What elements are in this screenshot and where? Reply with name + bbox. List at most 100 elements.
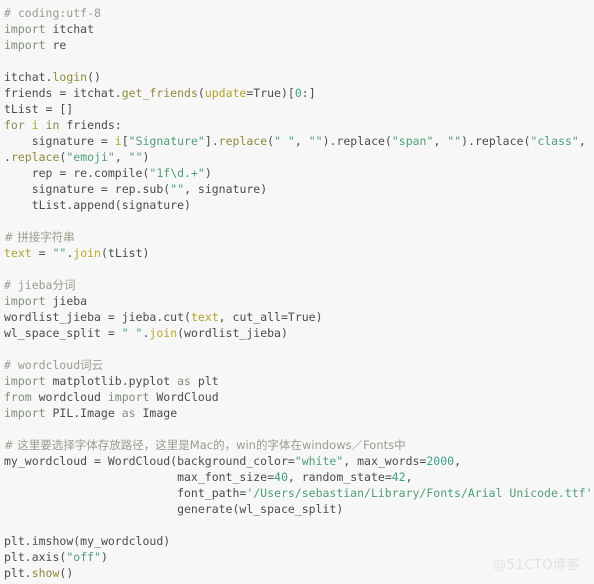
code-line: import matplotlib.pyplot as plt: [4, 373, 594, 389]
code-token: import: [4, 406, 46, 420]
code-token: re: [45, 38, 67, 52]
code-token: "": [52, 246, 67, 260]
code-token: Image: [135, 406, 178, 420]
code-line: rep = re.compile("1f\d.+"): [4, 165, 594, 181]
code-token: show: [31, 566, 60, 580]
code-line: itchat.login(): [4, 69, 594, 85]
code-token: "": [128, 150, 143, 164]
code-token: 词云: [80, 358, 104, 372]
code-token: itchat.: [4, 70, 53, 84]
code-token: , random_state=: [287, 470, 392, 484]
code-token: append: [73, 198, 115, 212]
code-token: " ": [274, 134, 295, 148]
code-token: '/Users/sebastian/Library/Fonts/Arial Un…: [246, 486, 593, 500]
code-token: , cut_all=True): [218, 310, 323, 324]
code-token: # jieba: [4, 278, 53, 292]
code-token: axis: [31, 550, 60, 564]
code-token: , max_words=: [343, 454, 427, 468]
code-token: # 拼接字符串: [4, 230, 75, 244]
code-line: # coding:utf-8: [4, 5, 594, 21]
code-line: signature = i["Signature"].replace(" ", …: [4, 133, 594, 149]
code-token: update: [204, 86, 247, 100]
code-token: cut: [163, 310, 185, 324]
code-token: ,: [405, 470, 413, 484]
code-token: , signature): [184, 182, 268, 196]
code-token: ).: [461, 134, 475, 148]
code-line: import jieba: [4, 293, 594, 309]
code-token: get_friends: [121, 86, 198, 100]
code-token: friends:: [59, 118, 122, 132]
code-token: as: [121, 406, 136, 420]
code-line: generate(wl_space_split): [4, 501, 594, 517]
code-token: import: [4, 294, 46, 308]
site-watermark: @51CTO博客: [493, 558, 580, 573]
code-token: (my_wordcloud): [73, 534, 171, 548]
code-token: (): [59, 566, 74, 580]
code-token: ,: [433, 134, 448, 148]
code-token: (: [384, 134, 392, 148]
code-token: ).: [322, 134, 337, 148]
code-token: plt.: [4, 566, 32, 580]
code-token: (tList): [100, 246, 150, 260]
code-token: plt.: [4, 534, 32, 548]
code-token: (: [184, 310, 191, 324]
code-token: "Signature": [128, 134, 205, 148]
code-screenshot: # coding:utf-8 import itchat import re itc…: [0, 0, 594, 584]
code-token: import: [4, 38, 46, 52]
code-token: i: [31, 118, 39, 132]
code-token: wordcloud: [31, 390, 108, 404]
code-token: replace: [10, 150, 60, 164]
code-token: [: [121, 134, 129, 148]
code-token: (): [87, 70, 101, 84]
code-token: rep = re.: [4, 166, 95, 180]
code-token: replace: [336, 134, 385, 148]
code-token: compile: [94, 166, 143, 180]
code-line: import re: [4, 37, 594, 53]
code-line: friends = itchat.get_friends(update=True…: [4, 85, 594, 101]
code-line: # 这里要选择字体存放路径，这里是Mac的，win的字体在windows／Fon…: [4, 437, 594, 453]
code-token: as: [177, 374, 191, 388]
code-token: "white": [294, 454, 344, 468]
code-token: "": [170, 182, 185, 196]
code-line: .replace("emoji", ""): [4, 149, 594, 165]
code-token: (wordlist_jieba): [177, 326, 288, 340]
code-token: from: [4, 390, 32, 404]
code-line: max_font_size=40, random_state=42,: [4, 469, 594, 485]
code-token: 0: [294, 86, 302, 100]
code-token: login: [52, 70, 88, 84]
code-line: font_path='/Users/sebastian/Library/Font…: [4, 485, 594, 501]
code-token: (signature): [114, 198, 191, 212]
code-line: import itchat: [4, 21, 594, 37]
code-token: in: [45, 118, 60, 132]
code-token: 分词: [52, 278, 76, 292]
code-line: signature = rep.sub("", signature): [4, 181, 594, 197]
code-token: matplotlib.pyplot: [45, 374, 178, 388]
code-token: ].: [204, 134, 219, 148]
code-line: from wordcloud import WordCloud: [4, 389, 594, 405]
code-token: " ": [121, 326, 143, 340]
code-token: "off": [66, 550, 101, 564]
code-token: replace: [474, 134, 524, 148]
code-block[interactable]: # coding:utf-8 import itchat import re itc…: [0, 5, 594, 581]
code-token: ,: [114, 150, 129, 164]
code-token: my_wordcloud = WordCloud(background_colo…: [4, 454, 295, 468]
code-token: "class": [530, 134, 579, 148]
code-token: WordCloud: [149, 390, 219, 404]
code-token: ): [204, 166, 212, 180]
code-line: tList = []: [4, 101, 594, 117]
code-token: replace: [218, 134, 268, 148]
code-token: i: [114, 134, 122, 148]
code-token: join: [149, 326, 178, 340]
code-token: import: [4, 374, 46, 388]
code-token: "emoji": [66, 150, 115, 164]
code-token: tList.: [4, 198, 74, 212]
code-token: :]: [301, 86, 316, 100]
code-token: signature = rep.: [4, 182, 143, 196]
code-token: text: [4, 246, 32, 260]
code-token: plt.: [4, 550, 32, 564]
code-token: ,: [578, 134, 593, 148]
code-token: ): [100, 550, 108, 564]
